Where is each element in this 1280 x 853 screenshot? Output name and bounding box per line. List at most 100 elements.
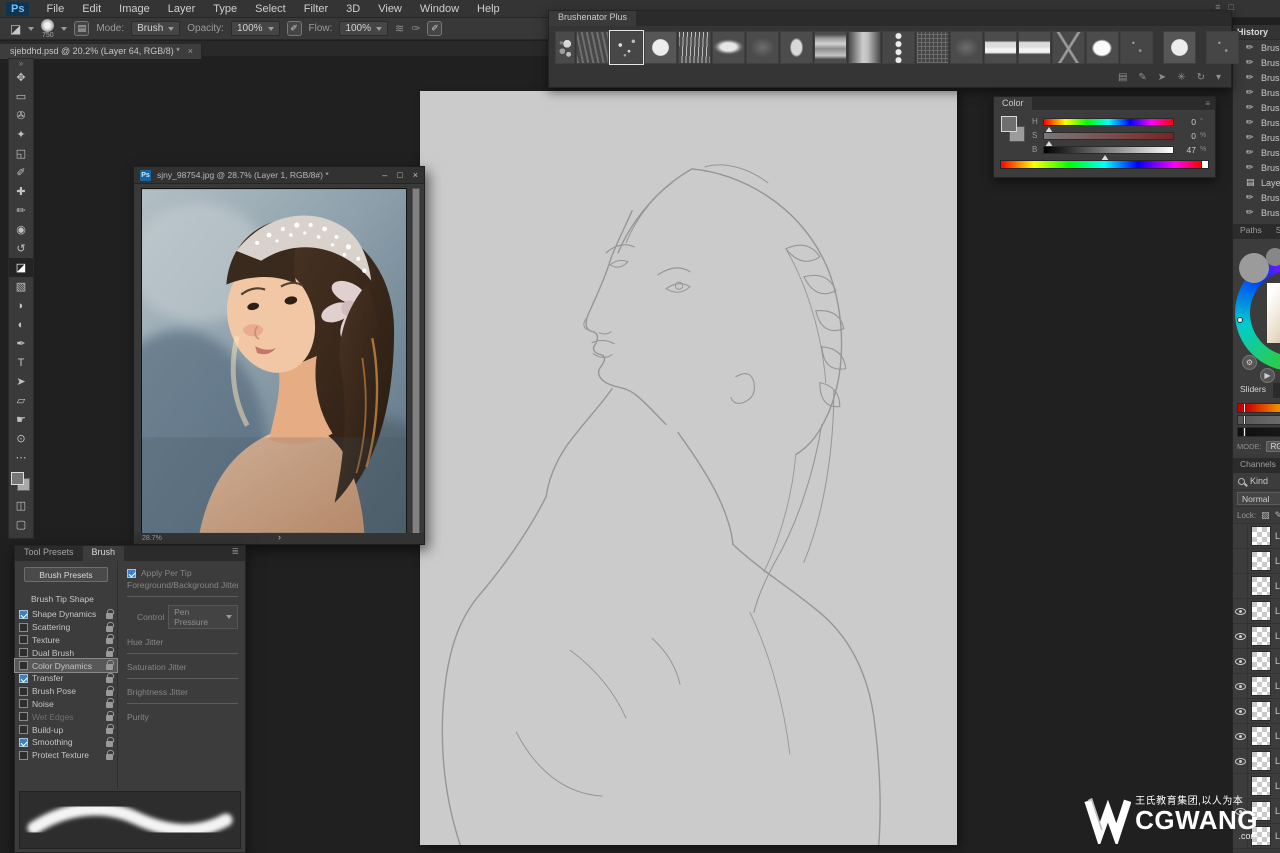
foreground-color-swatch[interactable]: [1001, 116, 1017, 132]
eye-icon[interactable]: [1234, 657, 1246, 665]
brush-option-row[interactable]: Wet Edges: [15, 710, 117, 723]
brush-option-row[interactable]: Brush Pose: [15, 685, 117, 698]
brushenator-tab[interactable]: Brushenator Plus: [549, 11, 637, 26]
tool-presets-tab[interactable]: Tool Presets: [15, 546, 83, 561]
brightness-jitter-slider[interactable]: [127, 703, 238, 704]
history-entry[interactable]: ✏ Brush Tool: [1233, 205, 1280, 220]
brush-presets-button[interactable]: Brush Presets: [24, 567, 108, 582]
control-select[interactable]: Pen Pressure: [168, 605, 238, 629]
lock-icon[interactable]: [106, 621, 114, 632]
brush-option-row[interactable]: Color Dynamics: [14, 658, 118, 673]
layer-row[interactable]: Layer: [1233, 649, 1280, 674]
menu-item[interactable]: Layer: [159, 0, 205, 18]
lock-icon[interactable]: [106, 749, 114, 760]
brush-thumbnail[interactable]: [1120, 31, 1153, 64]
tool-brush-button[interactable]: ✏: [9, 201, 33, 220]
eye-icon[interactable]: [1234, 632, 1246, 640]
layer-thumbnail[interactable]: [1251, 626, 1271, 646]
visibility-cell[interactable]: [1233, 549, 1248, 573]
window-titlebar[interactable]: Ps sjny_98754.jpg @ 28.7% (Layer 1, RGB/…: [134, 167, 424, 184]
tool-crop-button[interactable]: ◱: [9, 144, 33, 163]
recent-color-swatch[interactable]: [1239, 253, 1269, 283]
brush-thumbnail[interactable]: [950, 31, 983, 64]
rgb-mode-button[interactable]: RGB: [1265, 441, 1280, 452]
history-entry[interactable]: ✏ Brush Tool: [1233, 145, 1280, 160]
lock-icon[interactable]: [106, 660, 114, 671]
brush-option-row[interactable]: Shape Dynamics: [15, 608, 117, 621]
tool-type-button[interactable]: T: [9, 353, 33, 372]
history-entry[interactable]: ▤ Layer: [1233, 175, 1280, 190]
visibility-cell[interactable]: [1233, 649, 1248, 673]
gear-icon[interactable]: ⚙: [1242, 355, 1257, 370]
visibility-cell[interactable]: [1233, 574, 1248, 598]
mode-select[interactable]: Brush: [131, 21, 181, 36]
brush-option-row[interactable]: Build-up: [15, 723, 117, 736]
layer-row[interactable]: Layer: [1233, 699, 1280, 724]
color-tab[interactable]: Color: [994, 97, 1032, 110]
reference-image-window[interactable]: Ps sjny_98754.jpg @ 28.7% (Layer 1, RGB/…: [92, 166, 455, 597]
brush-picker-caret[interactable]: [61, 26, 68, 31]
eye-icon[interactable]: [1234, 757, 1246, 765]
menu-item[interactable]: Type: [204, 0, 246, 18]
checkbox[interactable]: [19, 673, 28, 683]
close-tab-icon[interactable]: ×: [188, 46, 193, 56]
eraser-tool-icon[interactable]: ◪: [10, 23, 21, 35]
pressure-opacity-toggle[interactable]: ✐: [286, 21, 302, 36]
tool-eraser-button[interactable]: ◪: [9, 258, 33, 277]
brush-thumbnail[interactable]: [1018, 31, 1051, 64]
pressure-size-toggle[interactable]: ✐: [427, 21, 443, 36]
white-swatch[interactable]: [1201, 161, 1208, 168]
history-entry[interactable]: ✏ Brush Tool: [1233, 70, 1280, 85]
brush-thumbnail[interactable]: [555, 31, 575, 64]
color-spectrum-ramp[interactable]: [1000, 160, 1209, 169]
channel-value[interactable]: 47: [1178, 145, 1196, 155]
apply-per-tip-checkbox[interactable]: [127, 568, 136, 578]
visibility-cell[interactable]: [1233, 749, 1248, 773]
document-tab[interactable]: sjebdhd.psd @ 20.2% (Layer 64, RGB/8) * …: [0, 43, 202, 59]
channel-value[interactable]: 0: [1178, 131, 1196, 141]
lock-icon[interactable]: [106, 685, 114, 696]
channel-slider[interactable]: [1043, 117, 1174, 133]
layer-thumbnail[interactable]: [1251, 751, 1271, 771]
minimize-icon[interactable]: –: [382, 170, 387, 180]
menu-item[interactable]: Select: [246, 0, 295, 18]
brush-preset-picker[interactable]: 750: [41, 18, 55, 39]
checkbox[interactable]: [19, 648, 28, 658]
tool-healing-brush-button[interactable]: ✚: [9, 182, 33, 201]
quick-mask-button[interactable]: ◫: [9, 496, 33, 515]
panel-action-icon[interactable]: ✎: [1138, 72, 1146, 83]
history-panel-header[interactable]: History: [1233, 25, 1280, 40]
history-entry[interactable]: ✏ Brush Tool: [1233, 190, 1280, 205]
color-swatches[interactable]: [9, 470, 33, 494]
brush-option-row[interactable]: Texture: [15, 634, 117, 647]
layer-thumbnail[interactable]: [1251, 676, 1271, 696]
checkbox[interactable]: [19, 737, 28, 747]
smoothing-toggle[interactable]: ✑: [411, 22, 420, 35]
tool-blur-button[interactable]: ◗: [9, 296, 33, 315]
tool-clone-stamp-button[interactable]: ◉: [9, 220, 33, 239]
screen-mode-button[interactable]: ▢: [9, 515, 33, 534]
history-entry[interactable]: ✏ Brush Tool: [1233, 160, 1280, 175]
checkbox[interactable]: [19, 725, 28, 735]
maximize-icon[interactable]: □: [397, 170, 402, 180]
brush-option-row[interactable]: Noise: [15, 698, 117, 711]
lock-icon[interactable]: [106, 672, 114, 683]
menu-item[interactable]: Edit: [73, 0, 110, 18]
airbrush-toggle[interactable]: ≋: [395, 22, 404, 35]
eye-icon[interactable]: [1234, 707, 1246, 715]
vertical-scrollbar[interactable]: [412, 188, 420, 534]
tool-more-button[interactable]: ⋯: [9, 448, 33, 467]
tool-eyedropper-button[interactable]: ✐: [9, 163, 33, 182]
visibility-cell[interactable]: [1233, 724, 1248, 748]
eye-icon[interactable]: [1234, 682, 1246, 690]
layer-row[interactable]: Layer: [1233, 624, 1280, 649]
green-slider[interactable]: [1237, 415, 1280, 425]
tool-marquee-button[interactable]: ▭: [9, 87, 33, 106]
history-entry[interactable]: ✏ Brush Tool: [1233, 115, 1280, 130]
panel-action-icon[interactable]: ▤: [1118, 72, 1127, 83]
foreground-color-swatch[interactable]: [11, 472, 24, 485]
layer-row[interactable]: Layer: [1233, 674, 1280, 699]
layer-thumbnail[interactable]: [1251, 726, 1271, 746]
brush-thumbnail[interactable]: [916, 31, 949, 64]
layer-row[interactable]: Layer: [1233, 574, 1280, 599]
